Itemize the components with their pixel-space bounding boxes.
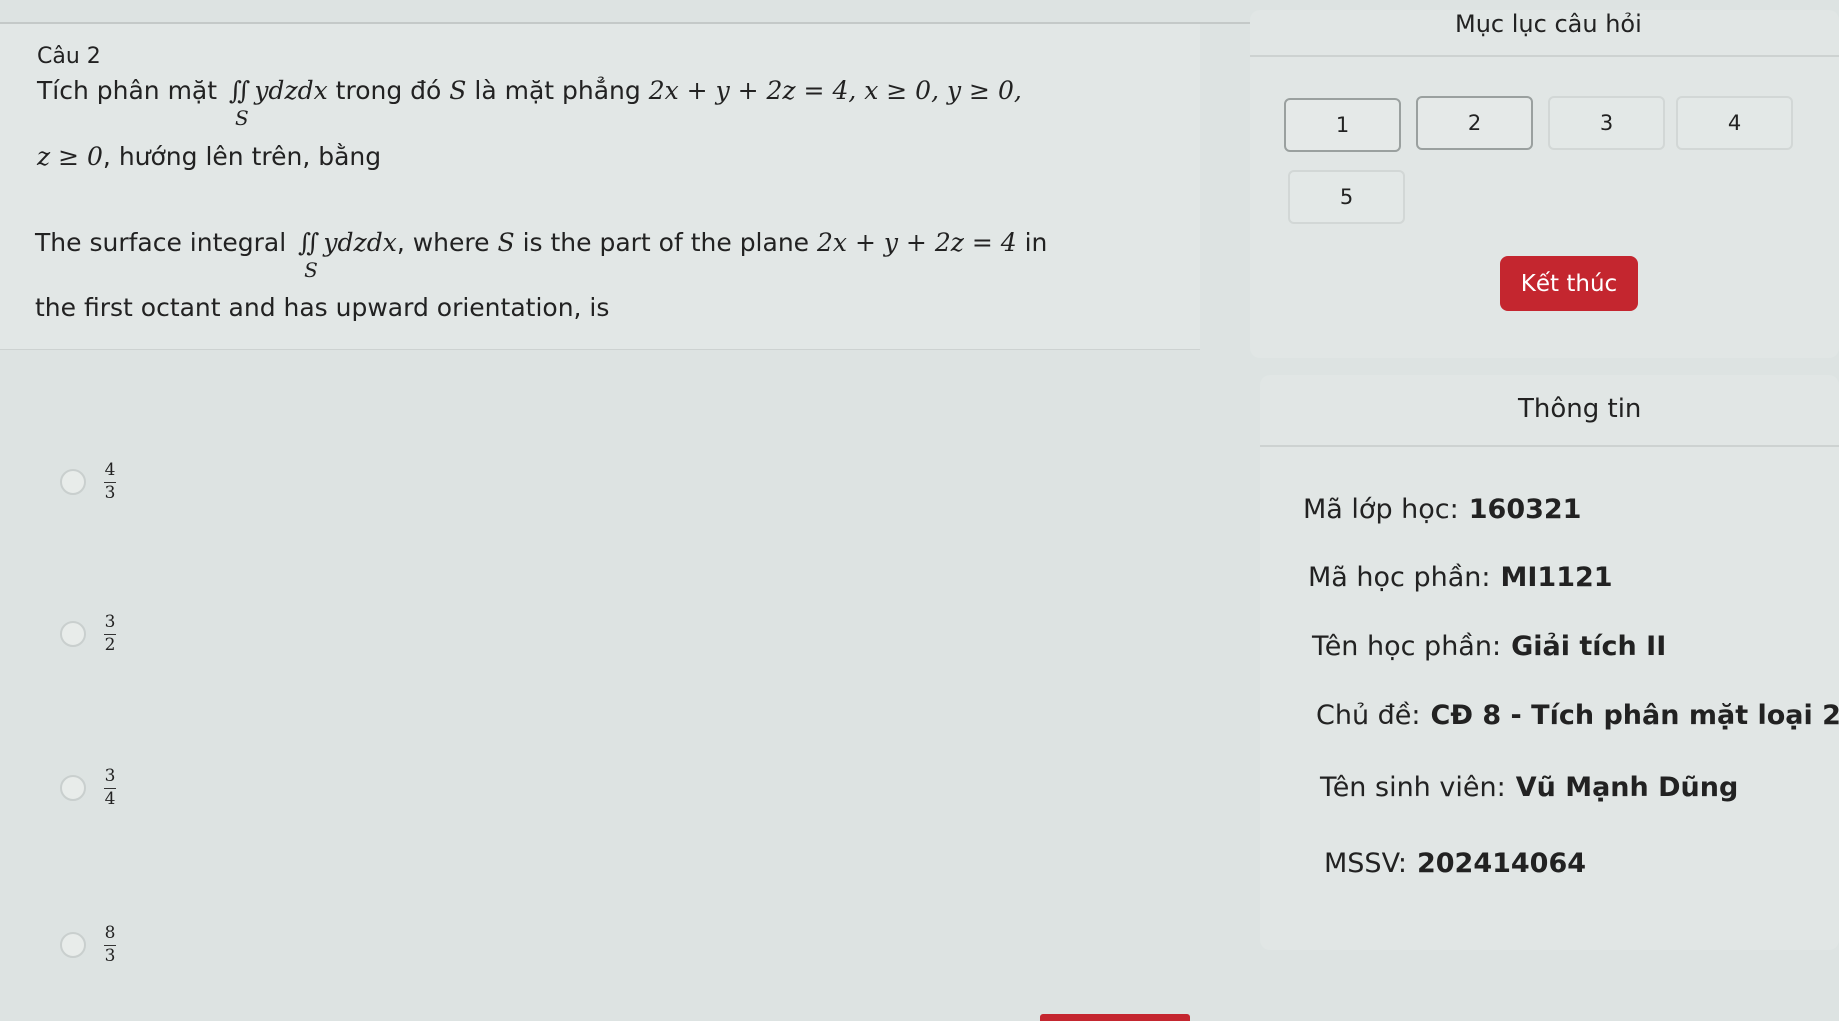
info-divider [1260,445,1839,447]
index-divider [1250,55,1839,57]
question-button-2[interactable]: 2 [1416,96,1533,150]
question-text-en-line2: the first octant and has upward orientat… [35,293,610,322]
question-button-5[interactable]: 5 [1288,170,1405,224]
question-index-title: Mục lục câu hỏi [1455,10,1642,38]
answer-fraction: 43 [104,460,116,503]
double-integral-symbol: ∬ S [229,76,251,130]
info-row-course-code: Mã học phần: MI1121 [1308,562,1613,593]
radio-button[interactable] [60,469,86,496]
info-row-course-name: Tên học phần: Giải tích II [1312,631,1667,662]
question-number: Câu 2 [37,44,101,69]
question-text-vi-line2: z ≥ 0, hướng lên trên, bằng [37,142,382,171]
answer-option-c[interactable]: 34 [60,766,116,809]
double-integral-symbol: ∬ S [298,228,320,282]
radio-button[interactable] [60,775,86,802]
answer-fraction: 83 [104,923,116,966]
info-row-topic: Chủ đề: CĐ 8 - Tích phân mặt loại 2 [1316,700,1839,731]
question-text-en-line1: The surface integral ∬ Sydzdx, where S is… [35,228,1048,282]
radio-button[interactable] [60,932,86,959]
question-button-4[interactable]: 4 [1676,96,1793,150]
answer-fraction: 34 [104,766,116,809]
answer-option-b[interactable]: 32 [60,612,116,655]
info-row-student-id: MSSV: 202414064 [1324,848,1587,879]
bottom-accent-bar [1040,1014,1190,1021]
answer-option-a[interactable]: 43 [60,460,116,503]
question-button-3[interactable]: 3 [1548,96,1665,150]
question-button-1[interactable]: 1 [1284,98,1401,152]
question-text-vi-line1: Tích phân mặt ∬ Sydzdx trong đó S là mặt … [37,76,1022,130]
answer-fraction: 32 [104,612,116,655]
info-row-student-name: Tên sinh viên: Vũ Mạnh Dũng [1320,772,1739,803]
answer-option-d[interactable]: 83 [60,923,116,966]
info-row-class-code: Mã lớp học: 160321 [1303,494,1582,525]
radio-button[interactable] [60,621,86,648]
info-title: Thông tin [1518,394,1642,424]
finish-button[interactable]: Kết thúc [1500,256,1638,311]
